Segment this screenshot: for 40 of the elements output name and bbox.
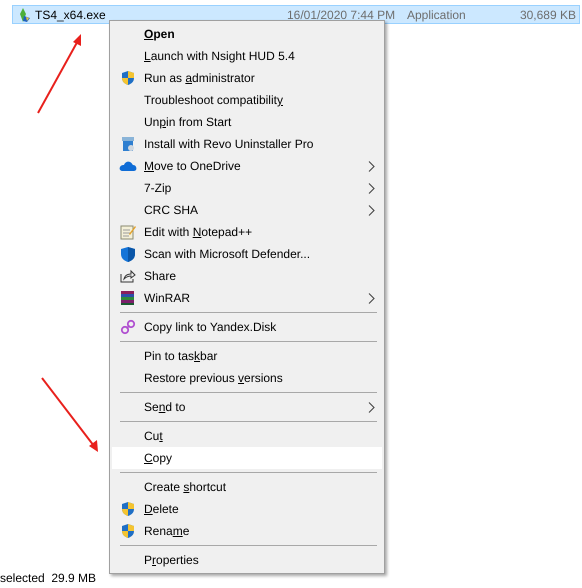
menu-item[interactable]: Cut <box>112 425 382 447</box>
menu-item[interactable]: Troubleshoot compatibility <box>112 89 382 111</box>
installer-icon <box>121 136 135 152</box>
menu-item[interactable]: Rename <box>112 520 382 542</box>
shield-icon <box>120 523 136 539</box>
menu-item[interactable]: Run as administrator <box>112 67 382 89</box>
cloud-icon <box>119 160 137 172</box>
file-size: 30,689 KB <box>518 8 577 22</box>
menu-item[interactable]: Copy link to Yandex.Disk <box>112 316 382 338</box>
menu-item[interactable]: Move to OneDrive <box>112 155 382 177</box>
menu-item[interactable]: WinRAR <box>112 287 382 309</box>
menu-item[interactable]: Open <box>112 23 382 45</box>
menu-item[interactable]: Delete <box>112 498 382 520</box>
menu-item[interactable]: Properties <box>112 549 382 571</box>
books-icon <box>120 290 136 306</box>
file-row[interactable]: TS4_x64.exe 16/01/2020 7:44 PM Application 30,689 KB <box>12 5 580 24</box>
menu-item[interactable]: Launch with Nsight HUD 5.4 <box>112 45 382 67</box>
menu-item[interactable]: Edit with Notepad++ <box>112 221 382 243</box>
shield-icon <box>120 501 136 517</box>
file-date: 16/01/2020 7:44 PM <box>287 8 396 22</box>
shield-icon <box>120 246 136 262</box>
status-text: selected 29.9 MB <box>0 571 98 585</box>
app-icon <box>17 8 31 22</box>
menu-item[interactable]: Unpin from Start <box>112 111 382 133</box>
menu-item[interactable]: Copy <box>112 447 382 469</box>
shield-icon <box>120 70 136 86</box>
menu-item[interactable]: Send to <box>112 396 382 418</box>
menu-item[interactable]: Restore previous versions <box>112 367 382 389</box>
menu-item[interactable]: Share <box>112 265 382 287</box>
file-type: Application <box>407 8 467 22</box>
menu-item[interactable]: Install with Revo Uninstaller Pro <box>112 133 382 155</box>
notepad-icon <box>120 224 136 240</box>
share-icon <box>120 269 136 283</box>
menu-item[interactable]: Pin to taskbar <box>112 345 382 367</box>
link-icon <box>120 319 136 335</box>
file-name: TS4_x64.exe <box>34 8 107 22</box>
menu-item[interactable]: CRC SHA <box>112 199 382 221</box>
menu-item[interactable]: Create shortcut <box>112 476 382 498</box>
menu-item[interactable]: 7-Zip <box>112 177 382 199</box>
menu-item[interactable]: Scan with Microsoft Defender... <box>112 243 382 265</box>
